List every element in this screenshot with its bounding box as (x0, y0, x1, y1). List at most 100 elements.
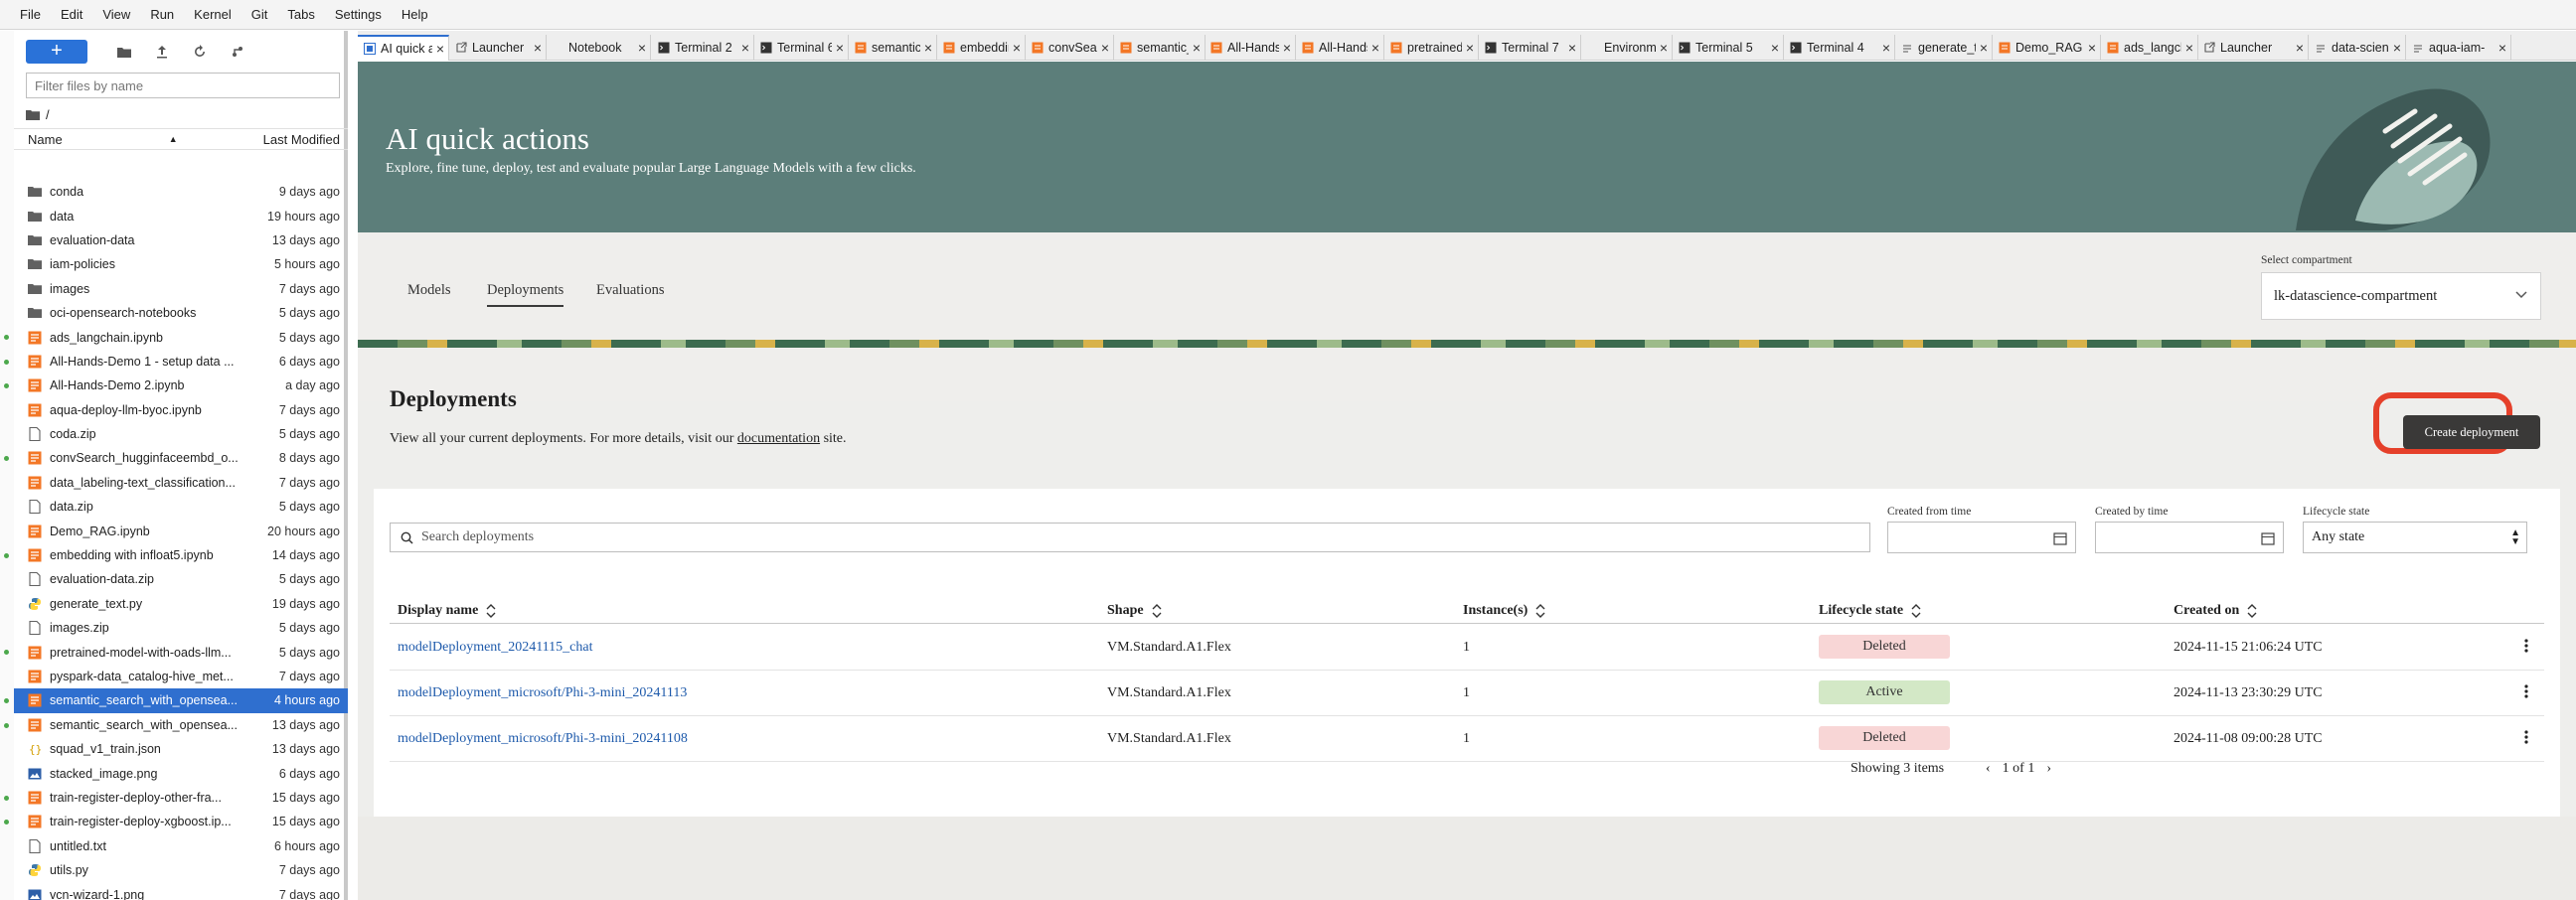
tab-aqua[interactable]: AI quick ac × (358, 35, 449, 61)
tab-terminal[interactable]: Terminal 5 × (1673, 35, 1784, 61)
close-icon[interactable]: × (1193, 40, 1201, 56)
tab-notebook[interactable]: Demo_RAG × (1993, 35, 2101, 61)
tab-terminal[interactable]: Terminal 4 × (1784, 35, 1895, 61)
file-row[interactable]: stacked_image.png 6 days ago (14, 761, 348, 785)
column-instances[interactable]: Instance(s) (1463, 603, 1545, 619)
close-icon[interactable]: × (1568, 40, 1576, 56)
file-row[interactable]: All-Hands-Demo 2.ipynb a day ago (4, 374, 348, 397)
close-icon[interactable]: × (1771, 40, 1779, 56)
column-created-on[interactable]: Created on (2174, 603, 2257, 619)
more-actions-icon[interactable] (2524, 684, 2528, 698)
deployment-name-link[interactable]: modelDeployment_20241115_chat (398, 640, 592, 656)
file-row[interactable]: ads_langchain.ipynb 5 days ago (4, 325, 348, 349)
column-shape[interactable]: Shape (1107, 603, 1162, 619)
more-actions-icon[interactable] (2524, 730, 2528, 744)
close-icon[interactable]: × (1013, 40, 1021, 56)
file-row[interactable]: train-register-deploy-xgboost.ip... 15 da… (4, 810, 348, 833)
menu-item-kernel[interactable]: Kernel (194, 7, 232, 22)
menu-item-git[interactable]: Git (251, 7, 268, 22)
close-icon[interactable]: × (1101, 40, 1109, 56)
file-row[interactable]: {} squad_v1_train.json 13 days ago (14, 737, 348, 761)
close-icon[interactable]: × (1283, 40, 1291, 56)
close-icon[interactable]: × (1466, 40, 1474, 56)
file-row[interactable]: Demo_RAG.ipynb 20 hours ago (14, 519, 348, 542)
close-icon[interactable]: × (638, 40, 646, 56)
tab-notebook[interactable]: embedding × (937, 35, 1026, 61)
close-icon[interactable]: × (534, 40, 542, 56)
file-row[interactable]: aqua-deploy-llm-byoc.ipynb 7 days ago (14, 398, 348, 422)
documentation-link[interactable]: documentation (737, 431, 820, 446)
create-deployment-button[interactable]: Create deployment (2403, 415, 2540, 449)
new-launcher-button[interactable]: + (26, 40, 87, 64)
file-row[interactable]: semantic_search_with_opensea... 13 days a… (4, 713, 348, 737)
tab-notebook[interactable]: semantic_s × (1114, 35, 1206, 61)
column-name[interactable]: Name (28, 132, 169, 147)
file-row[interactable]: images.zip 5 days ago (14, 616, 348, 640)
close-icon[interactable]: × (2498, 40, 2506, 56)
file-row[interactable]: convSearch_hugginfaceembd_o... 8 days ago (4, 446, 348, 470)
file-row[interactable]: data.zip 5 days ago (14, 495, 348, 519)
close-icon[interactable]: × (2088, 40, 2096, 56)
file-row[interactable]: conda 9 days ago (14, 180, 348, 204)
close-icon[interactable]: × (1660, 40, 1668, 56)
file-row[interactable]: generate_text.py 19 days ago (14, 592, 348, 616)
created-by-input[interactable] (2095, 522, 2284, 553)
close-icon[interactable]: × (1980, 40, 1988, 56)
tab-notebook[interactable]: semantic_ × (849, 35, 937, 61)
close-icon[interactable]: × (2296, 40, 2304, 56)
file-filter-input[interactable]: Filter files by name (26, 73, 340, 98)
next-page-icon[interactable]: › (2046, 761, 2051, 777)
file-row[interactable]: train-register-deploy-other-fra... 15 day… (4, 786, 348, 810)
menu-item-view[interactable]: View (102, 7, 130, 22)
menu-item-help[interactable]: Help (402, 7, 428, 22)
more-actions-icon[interactable] (2524, 639, 2528, 653)
close-icon[interactable]: × (741, 40, 749, 56)
prev-page-icon[interactable]: ‹ (1986, 761, 1991, 777)
tab-evaluations[interactable]: Evaluations (596, 282, 664, 305)
tab-launcher[interactable]: Launcher × (449, 35, 547, 61)
menu-item-run[interactable]: Run (150, 7, 174, 22)
tab-file[interactable]: aqua-iam- × (2406, 35, 2511, 61)
file-row[interactable]: iam-policies 5 hours ago (14, 252, 348, 276)
created-from-input[interactable] (1887, 522, 2076, 553)
tab-notebook[interactable]: convSearc × (1026, 35, 1114, 61)
file-row[interactable]: evaluation-data 13 days ago (14, 228, 348, 252)
menu-item-tabs[interactable]: Tabs (287, 7, 314, 22)
close-icon[interactable]: × (1371, 40, 1379, 56)
menu-item-settings[interactable]: Settings (335, 7, 382, 22)
tab-deployments[interactable]: Deployments (487, 282, 564, 307)
breadcrumb-path[interactable]: / (46, 107, 50, 122)
tab-file[interactable]: data-scien × (2309, 35, 2406, 61)
breadcrumb[interactable]: / (26, 104, 50, 124)
tab-models[interactable]: Models (407, 282, 451, 305)
close-icon[interactable]: × (924, 40, 932, 56)
close-icon[interactable]: × (836, 40, 844, 56)
tab-file[interactable]: generate_t × (1895, 35, 1993, 61)
deployment-name-link[interactable]: modelDeployment_microsoft/Phi-3-mini_202… (398, 731, 688, 747)
close-icon[interactable]: × (436, 41, 444, 57)
file-row[interactable]: semantic_search_with_opensea... 4 hours a… (4, 688, 348, 713)
file-row[interactable]: evaluation-data.zip 5 days ago (14, 567, 348, 591)
file-row[interactable]: untitled.txt 6 hours ago (14, 834, 348, 858)
new-folder-icon[interactable] (111, 40, 137, 64)
column-display-name[interactable]: Display name (398, 603, 496, 619)
file-row[interactable]: utils.py 7 days ago (14, 858, 348, 882)
tab-notebook[interactable]: All-Hands-× (1296, 35, 1384, 61)
tab-terminal[interactable]: Terminal 2 × (652, 35, 754, 61)
file-row[interactable]: data_labeling-text_classification... 7 da… (14, 471, 348, 495)
file-row[interactable]: pretrained-model-with-oads-llm... 5 days … (4, 640, 348, 664)
lifecycle-state-select[interactable]: Any state ▲ ▼ (2303, 522, 2527, 553)
close-icon[interactable]: × (1882, 40, 1890, 56)
file-row[interactable]: coda.zip 5 days ago (14, 422, 348, 446)
refresh-icon[interactable] (187, 40, 213, 64)
tab-none[interactable]: Environme × (1581, 35, 1673, 61)
file-row[interactable]: vcn-wizard-1.png 7 days ago (14, 882, 348, 900)
deployment-name-link[interactable]: modelDeployment_microsoft/Phi-3-mini_202… (398, 685, 687, 701)
file-row[interactable]: pyspark-data_catalog-hive_met... 7 days a… (14, 665, 348, 688)
tab-terminal[interactable]: Terminal 6 × (754, 35, 849, 61)
search-deployments-input[interactable]: Search deployments (390, 523, 1870, 552)
upload-icon[interactable] (149, 40, 175, 64)
file-row[interactable]: data 19 hours ago (14, 204, 348, 227)
git-clone-icon[interactable] (225, 40, 250, 64)
tab-terminal[interactable]: Terminal 7 × (1479, 35, 1581, 61)
